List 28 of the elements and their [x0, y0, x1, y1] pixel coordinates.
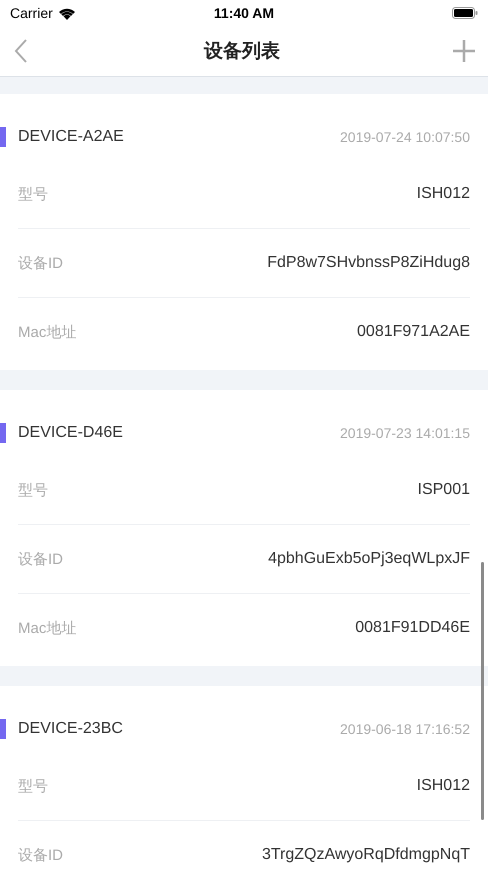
field-label: Mac地址 [18, 618, 76, 638]
field-label: 设备ID [18, 846, 63, 864]
field-label: 型号 [18, 184, 48, 204]
page-title: 设备列表 [202, 40, 281, 64]
field-value: 0081F91DD46E [354, 619, 470, 637]
field-label: 型号 [18, 480, 48, 500]
device-name: DEVICE-23BC [18, 720, 124, 738]
field-label: Mac地址 [18, 322, 76, 342]
wifi-icon [58, 6, 76, 20]
clock-time: 11:40 AM [214, 5, 274, 21]
field-label: 设备ID [18, 254, 63, 272]
device-time: 2019-06-18 17:16:52 [340, 721, 470, 737]
device-name: DEVICE-A2AE [18, 128, 125, 146]
carrier-label: Carrier [10, 5, 53, 21]
field-label: 型号 [18, 776, 48, 796]
field-value: ISH012 [416, 777, 470, 795]
field-value: 4pbhGuExb5oPj3eqWLpxJF [267, 550, 470, 568]
field-label: 设备ID [18, 550, 63, 568]
field-value: FdP8w7SHvbnssP8ZiHdug8 [266, 254, 470, 272]
field-value: 3TrgZQzAwyoRqDfdmgpNqT [260, 846, 470, 864]
device-time: 2019-07-23 14:01:15 [340, 425, 470, 441]
field-value: 0081F971A2AE [356, 323, 470, 341]
field-value: ISP001 [416, 481, 470, 499]
field-value: ISH012 [416, 185, 470, 203]
device-time: 2019-07-24 10:07:50 [340, 129, 470, 145]
battery-icon [452, 7, 478, 19]
device-name: DEVICE-D46E [18, 424, 124, 442]
add-button[interactable] [452, 39, 476, 63]
